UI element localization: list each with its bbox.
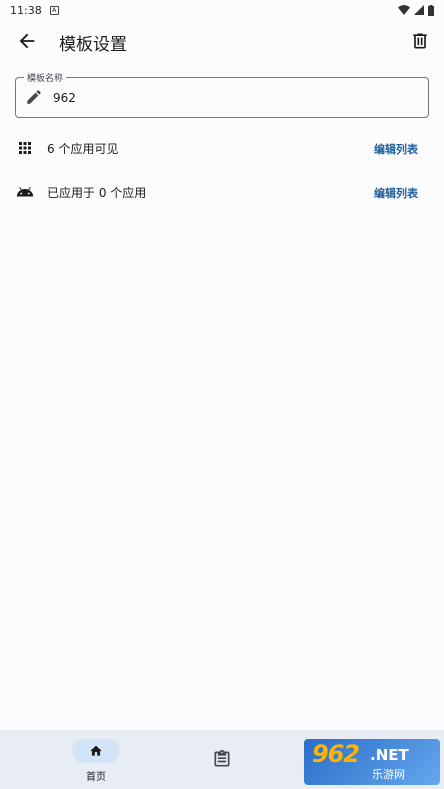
home-icon <box>90 745 102 756</box>
status-bar: 11:38 A <box>0 0 444 20</box>
status-icons <box>398 4 434 16</box>
applied-apps-label: 已应用于 0 个应用 <box>47 186 147 200</box>
notification-icon: A <box>49 5 59 15</box>
signal-icon <box>414 5 424 15</box>
wifi-icon <box>398 5 410 15</box>
back-arrow-icon[interactable] <box>16 30 38 52</box>
edit-visible-list-button[interactable]: 编辑列表 <box>374 141 418 157</box>
edit-applied-list-button[interactable]: 编辑列表 <box>374 185 418 201</box>
nav-item-home-label: 首页 <box>86 772 106 783</box>
pencil-icon <box>27 90 41 104</box>
page-title: 模板设置 <box>59 35 127 55</box>
delete-icon[interactable] <box>410 31 430 51</box>
visible-apps-row: 6 个应用可见 编辑列表 <box>0 128 444 168</box>
apps-grid-icon <box>19 142 31 154</box>
watermark-number: 962 <box>312 740 360 768</box>
template-name-input[interactable] <box>53 87 403 109</box>
android-icon <box>16 187 34 197</box>
app-bar: 模板设置 <box>0 22 444 62</box>
nav-item-home[interactable]: 首页 <box>72 739 120 783</box>
clipboard-list-icon[interactable] <box>212 749 232 769</box>
template-name-label: 模板名称 <box>24 71 67 84</box>
applied-apps-row: 已应用于 0 个应用 编辑列表 <box>0 172 444 212</box>
watermark-suffix: .NET <box>370 746 409 764</box>
status-time: 11:38 <box>10 3 42 17</box>
watermark-sub: 乐游网 <box>372 768 405 781</box>
battery-icon <box>428 4 434 16</box>
template-name-field[interactable]: 模板名称 <box>15 71 429 118</box>
nav-active-indicator <box>72 739 120 763</box>
visible-apps-label: 6 个应用可见 <box>47 142 119 156</box>
watermark-logo: 962 .NET 乐游网 <box>304 739 440 785</box>
